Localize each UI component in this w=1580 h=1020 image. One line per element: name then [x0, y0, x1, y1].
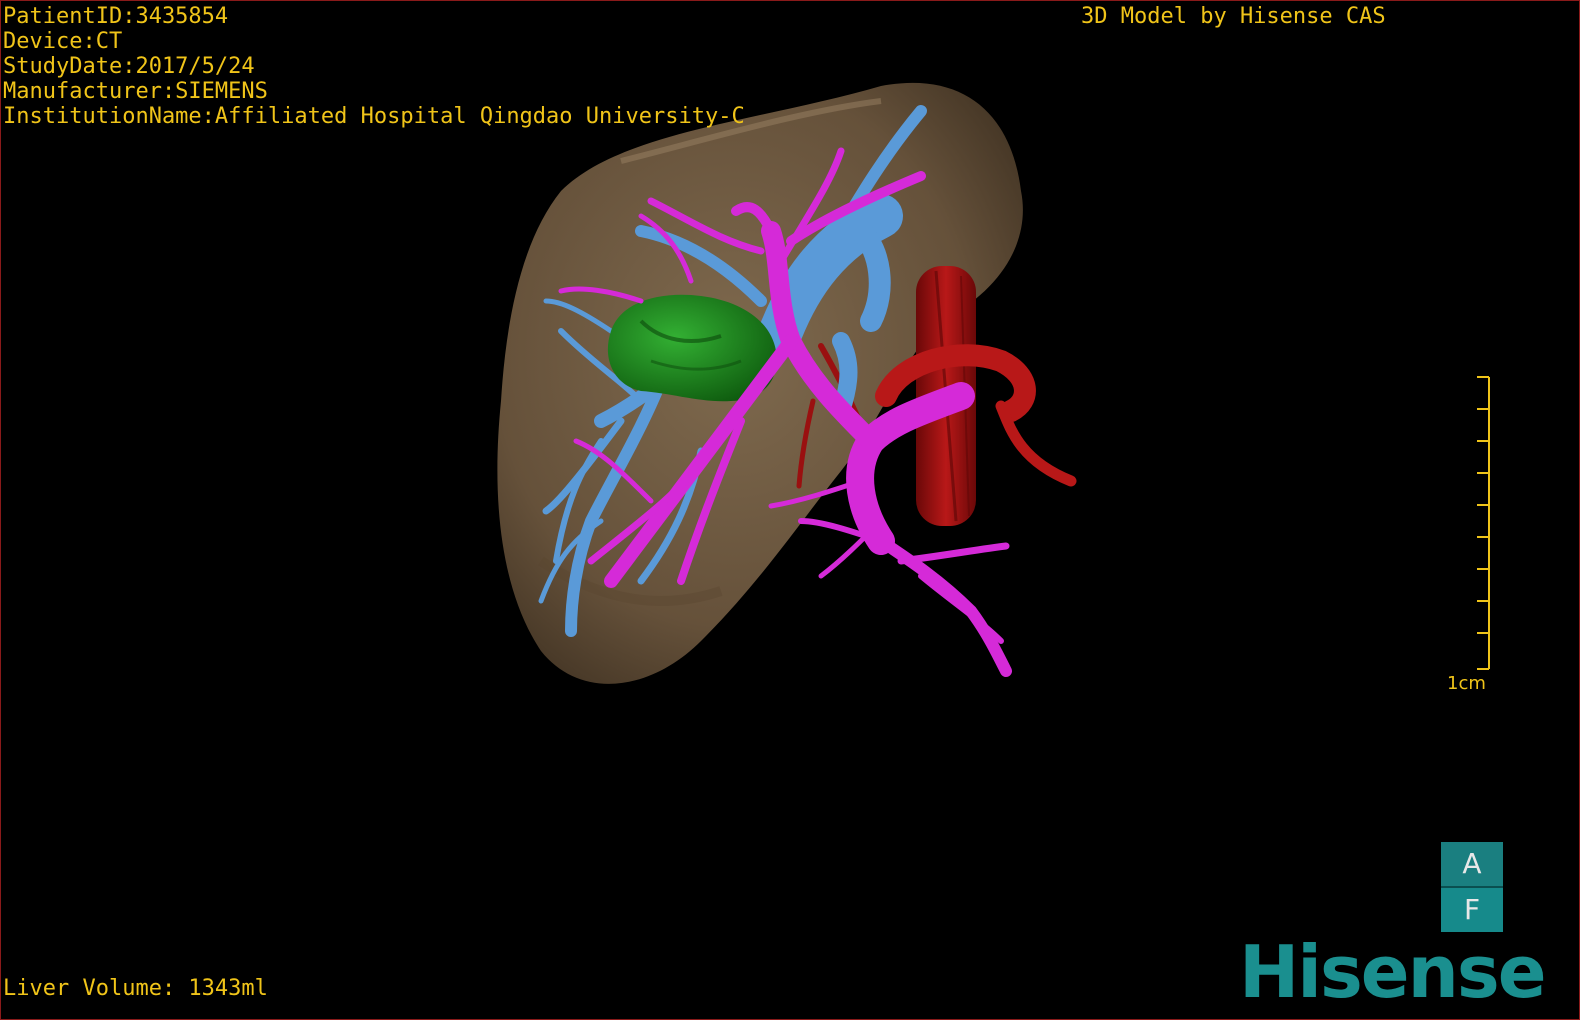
orientation-cube[interactable]: A F	[1441, 842, 1503, 932]
liver-volume: Liver Volume: 1343ml	[3, 976, 268, 1001]
study-date: StudyDate:2017/5/24	[3, 54, 255, 79]
scale-bar	[1477, 376, 1490, 670]
orientation-foot-label: F	[1441, 886, 1503, 932]
manufacturer-info: Manufacturer:SIEMENS	[3, 79, 268, 104]
orientation-anterior-label: A	[1462, 847, 1482, 880]
hisense-logo: Hisense	[1239, 930, 1547, 1014]
scale-label: 1cm	[1447, 673, 1486, 694]
liver-3d-model[interactable]	[1, 1, 1579, 1019]
institution-name: InstitutionName:Affiliated Hospital Qing…	[3, 104, 745, 129]
3d-viewport[interactable]: PatientID:3435854 Device:CT StudyDate:20…	[0, 0, 1580, 1020]
patient-id: PatientID:3435854	[3, 4, 229, 29]
model-credit: 3D Model by Hisense CAS	[1081, 4, 1386, 29]
device-info: Device:CT	[3, 29, 123, 54]
